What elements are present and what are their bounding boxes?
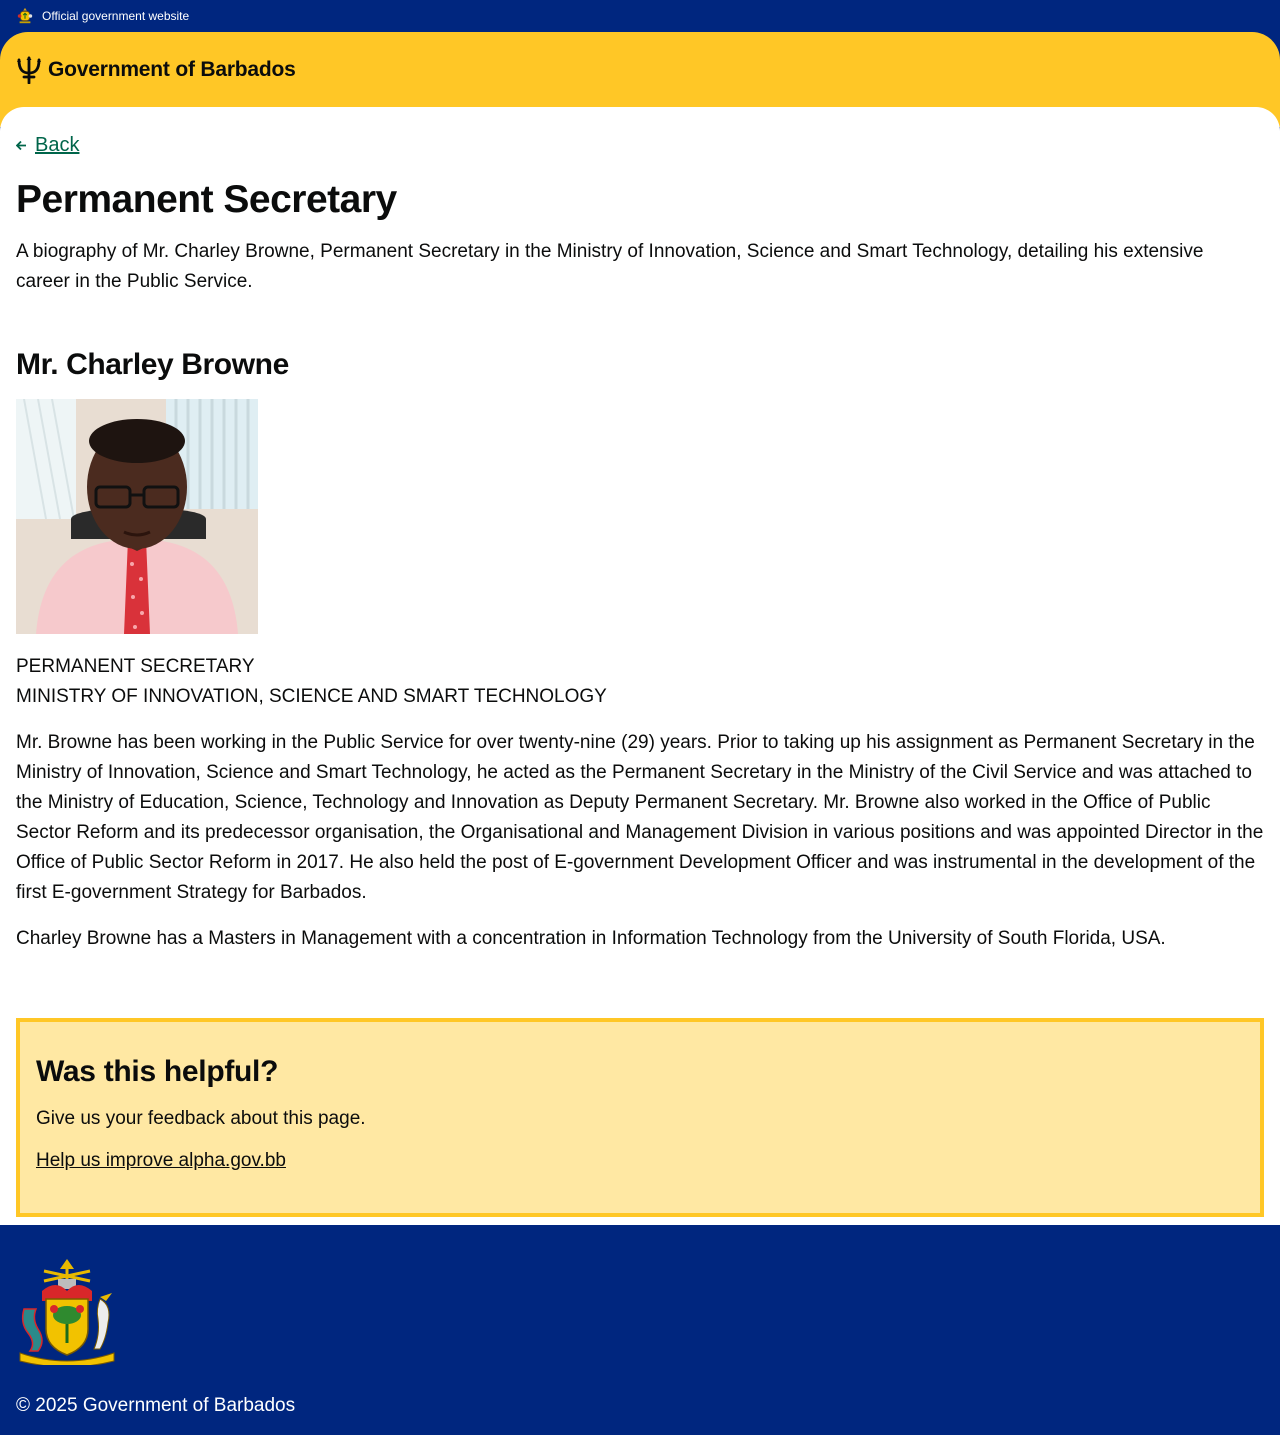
brand-name: Government of Barbados xyxy=(48,58,296,81)
portrait-photo xyxy=(16,399,258,634)
back-link-label: Back xyxy=(35,133,80,156)
copyright-text: © 2025 Government of Barbados xyxy=(16,1395,296,1416)
bio-paragraph: Charley Browne has a Masters in Manageme… xyxy=(16,928,1166,949)
feedback-panel: Was this helpful? Give us your feedback … xyxy=(16,1018,1264,1217)
biography: Mr. Browne has been working in the Publi… xyxy=(16,728,1264,954)
main-content: Back Permanent Secretary A biography of … xyxy=(0,107,1280,1225)
brand-logo-link[interactable]: Government of Barbados xyxy=(16,56,1264,84)
person-name: Mr. Charley Browne xyxy=(16,348,289,381)
coat-of-arms-icon xyxy=(17,7,33,24)
page-title: Permanent Secretary xyxy=(16,178,397,221)
feedback-title: Was this helpful? xyxy=(36,1055,279,1088)
coat-of-arms-icon xyxy=(19,1259,115,1365)
page-lede: A biography of Mr. Charley Browne, Perma… xyxy=(16,241,1204,292)
official-site-banner: Official government website xyxy=(0,0,1280,32)
role-title: PERMANENT SECRETARY xyxy=(16,656,255,677)
site-footer: © 2025 Government of Barbados xyxy=(0,1225,1280,1435)
role-ministry: MINISTRY OF INNOVATION, SCIENCE AND SMAR… xyxy=(16,686,607,707)
arrow-left-icon xyxy=(16,140,26,150)
role-block: PERMANENT SECRETARY MINISTRY OF INNOVATI… xyxy=(16,652,1264,712)
bio-paragraph: Mr. Browne has been working in the Publi… xyxy=(16,732,1264,903)
trident-icon xyxy=(17,56,41,84)
official-site-text: Official government website xyxy=(42,9,190,23)
back-link[interactable]: Back xyxy=(16,133,79,157)
feedback-link[interactable]: Help us improve alpha.gov.bb xyxy=(36,1150,286,1172)
feedback-text: Give us your feedback about this page. xyxy=(36,1108,366,1129)
